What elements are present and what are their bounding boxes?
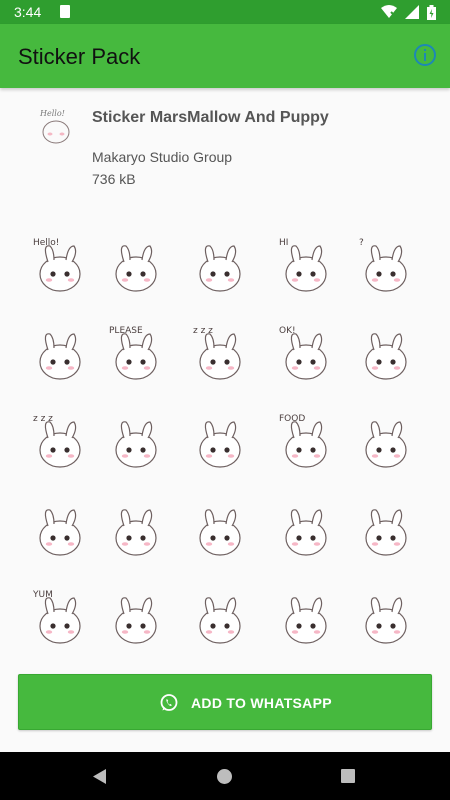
sticker-9[interactable]: OK! <box>276 322 336 388</box>
sticker-22[interactable] <box>106 586 166 652</box>
recents-icon[interactable] <box>341 769 355 783</box>
sticker-10[interactable] <box>356 322 416 388</box>
sticker-25[interactable] <box>356 586 416 652</box>
add-button-label: ADD TO WHATSAPP <box>191 695 332 711</box>
navigation-bar <box>0 752 450 800</box>
battery-icon <box>427 4 436 20</box>
add-to-whatsapp-button[interactable]: ADD TO WHATSAPP <box>18 674 432 730</box>
sticker-24[interactable] <box>276 586 336 652</box>
sticker-19[interactable] <box>276 498 336 564</box>
sticker-text: PLEASE <box>109 326 143 336</box>
status-time: 3:44 <box>14 4 42 20</box>
sticker-1[interactable]: Hello! <box>30 234 90 300</box>
sticker-text: z z z <box>33 414 53 424</box>
sticker-18[interactable] <box>190 498 250 564</box>
back-icon[interactable] <box>92 768 108 785</box>
sticker-text: OK! <box>279 326 296 336</box>
status-bar: 3:44 <box>0 0 450 24</box>
sticker-2[interactable] <box>106 234 166 300</box>
tray-icon-text: Hello! <box>39 109 65 118</box>
sticker-8[interactable]: z z z <box>190 322 250 388</box>
pack-name: Sticker MarsMallow And Puppy <box>92 109 329 126</box>
sticker-16[interactable] <box>30 498 90 564</box>
sticker-7[interactable]: PLEASE <box>106 322 166 388</box>
tray-icon: Hello! <box>39 109 70 144</box>
whatsapp-icon <box>160 694 178 711</box>
pack-size: 736 kB <box>92 171 136 187</box>
app-bar: Sticker Pack <box>0 24 450 88</box>
signal-icon <box>405 5 419 19</box>
sticker-text: YUM <box>32 590 53 600</box>
sticker-23[interactable] <box>190 586 250 652</box>
sticker-17[interactable] <box>106 498 166 564</box>
sticker-text: Hello! <box>33 238 59 248</box>
status-icons <box>381 3 436 21</box>
sticker-4[interactable]: HI <box>276 234 336 300</box>
sticker-text: z z z <box>193 326 213 336</box>
wifi-icon <box>381 5 397 18</box>
sticker-5[interactable]: ? <box>356 234 416 300</box>
sticker-text: ? <box>359 238 364 248</box>
sticker-14[interactable]: FOOD <box>276 410 336 476</box>
page-title: Sticker Pack <box>18 44 141 69</box>
sticker-20[interactable] <box>356 498 416 564</box>
info-icon[interactable] <box>414 44 436 66</box>
sticker-text: HI <box>279 238 288 248</box>
sticker-text: FOOD <box>279 414 305 424</box>
sticker-15[interactable] <box>356 410 416 476</box>
sticker-21[interactable]: YUM <box>30 586 90 652</box>
sd-card-icon <box>60 5 70 18</box>
sticker-13[interactable] <box>190 410 250 476</box>
sticker-12[interactable] <box>106 410 166 476</box>
pack-publisher: Makaryo Studio Group <box>92 149 233 165</box>
sticker-6[interactable] <box>30 322 90 388</box>
sticker-3[interactable] <box>190 234 250 300</box>
home-icon[interactable] <box>217 769 232 784</box>
sticker-11[interactable]: z z z <box>30 410 90 476</box>
